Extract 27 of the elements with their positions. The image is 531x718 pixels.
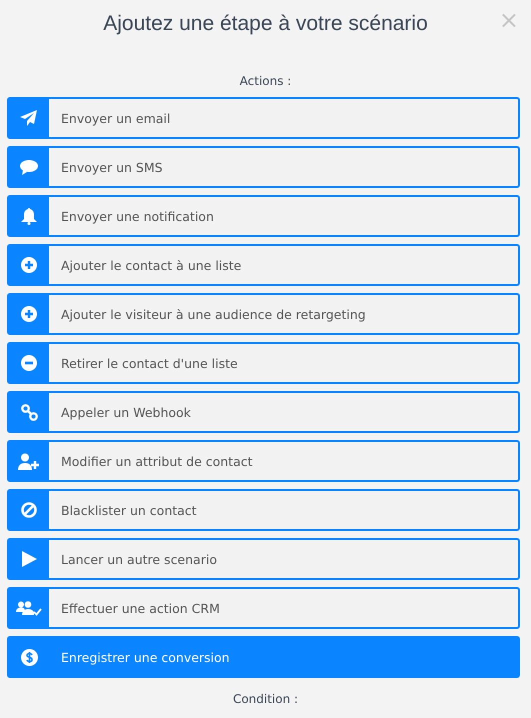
section-heading: Actions : — [238, 74, 292, 88]
paper-plane-icon — [20, 110, 38, 126]
action-option[interactable]: Retirer le contact d'une liste — [7, 342, 520, 384]
action-option[interactable]: Envoyer un SMS — [7, 146, 520, 188]
action-option[interactable]: Lancer un autre scenario — [7, 538, 520, 580]
bell-icon — [21, 208, 37, 224]
plus-circle-icon — [21, 306, 37, 322]
action-option[interactable]: Modifier un attribut de contact — [7, 440, 520, 482]
user-plus-icon — [18, 452, 40, 470]
action-option[interactable]: Effectuer une action CRM — [7, 587, 520, 629]
prohibited-icon — [21, 502, 37, 518]
link-icon — [20, 404, 38, 420]
dollar-circle-icon — [20, 648, 38, 666]
chat-bubble-icon — [20, 160, 38, 174]
play-icon — [22, 551, 36, 567]
action-option[interactable]: Ajouter le visiteur à une audience de retargeting — [7, 293, 520, 335]
dialog-title: Ajoutez une étape à votre scénario — [103, 12, 428, 37]
users-check-icon — [16, 600, 42, 616]
action-option[interactable]: Appeler un Webhook — [7, 391, 520, 433]
minus-circle-icon — [21, 355, 37, 371]
action-option[interactable]: Envoyer un email — [7, 97, 520, 139]
action-option[interactable]: Envoyer une notification — [7, 195, 520, 237]
section-heading: Condition : — [232, 692, 300, 706]
action-option[interactable]: Blacklister un contact — [7, 489, 520, 531]
action-option[interactable]: Enregistrer une conversion — [7, 636, 520, 678]
plus-circle-icon — [21, 257, 37, 273]
action-option[interactable]: Ajouter le contact à une liste — [7, 244, 520, 286]
